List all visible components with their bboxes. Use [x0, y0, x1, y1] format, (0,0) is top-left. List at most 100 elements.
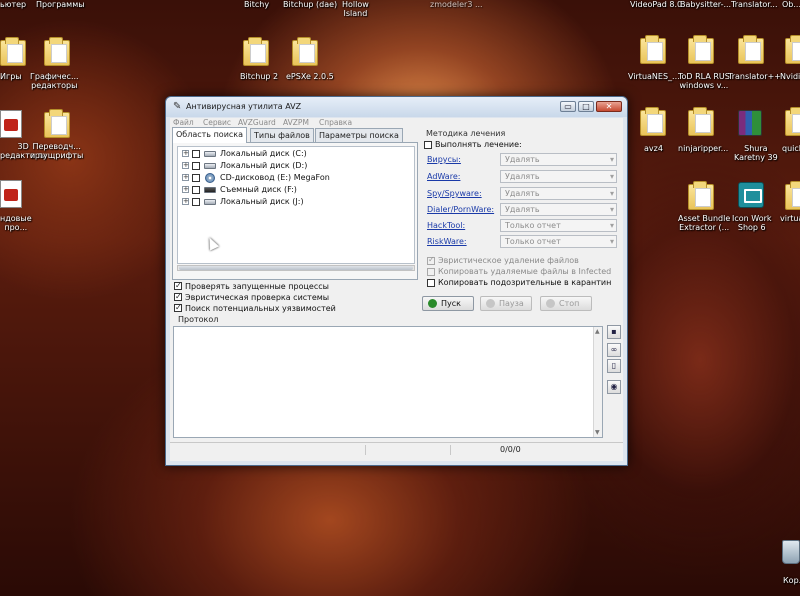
close-button[interactable]: ✕ [596, 101, 622, 112]
folder-icon[interactable] [688, 107, 714, 136]
menu-help[interactable]: Справка [319, 118, 352, 128]
desktop-icon-label[interactable]: zmodeler3 ... [430, 0, 483, 9]
desktop-icon-label[interactable]: Переводч... и пущрифты [30, 142, 83, 160]
folder-icon[interactable] [243, 37, 269, 66]
drive-label: Локальный диск (J:) [220, 197, 304, 206]
drive-checkbox[interactable] [192, 186, 200, 194]
desktop-icon-label[interactable]: Babysitter-... [680, 0, 731, 9]
winrar-icon[interactable] [738, 110, 762, 136]
threat-link-dialer[interactable]: Dialer/PornWare: [427, 205, 494, 214]
desktop-icon-label[interactable]: VirtuaNES_... [628, 72, 680, 81]
drive-checkbox[interactable] [192, 162, 200, 170]
checkbox-unchecked[interactable] [424, 141, 432, 149]
menu-avzpm[interactable]: AVZPM [283, 118, 309, 128]
clear-log-button[interactable]: ▯ [607, 359, 621, 373]
protocol-label: Протокол [178, 315, 219, 324]
drive-row[interactable]: + Локальный диск (C:) [178, 148, 408, 160]
folder-icon[interactable] [738, 35, 764, 64]
folder-icon[interactable] [688, 35, 714, 64]
checkbox-unchecked[interactable] [427, 279, 435, 287]
scrollbar-thumb[interactable] [179, 266, 413, 270]
folder-icon[interactable] [785, 181, 800, 210]
quarantine-button[interactable]: ◉ [607, 380, 621, 394]
desktop-icon-label[interactable]: ToD RLA RUS windows v... [678, 72, 730, 90]
drive-checkbox[interactable] [192, 174, 200, 182]
start-label: Пуск [441, 299, 461, 308]
desktop-icon-label[interactable]: Shura Karetny 39 [734, 144, 778, 162]
desktop-icon-label[interactable]: Программы [36, 0, 85, 9]
drive-row[interactable]: + Съемный диск (F:) [178, 184, 408, 196]
folder-icon[interactable] [44, 109, 70, 138]
desktop-icon-label[interactable]: Bitchup 2 [240, 72, 278, 81]
desktop-icon-label[interactable]: Игры [0, 72, 22, 81]
desktop-icon-label[interactable]: Nvidi... [780, 72, 800, 81]
minimize-button[interactable]: ▭ [560, 101, 576, 112]
desktop-icon-label[interactable]: quick... [782, 144, 800, 153]
icon-workshop-icon[interactable] [738, 182, 764, 208]
scroll-down-icon[interactable]: ▼ [595, 429, 600, 436]
scroll-up-icon[interactable]: ▲ [595, 328, 600, 335]
expand-icon[interactable]: + [182, 174, 189, 181]
threat-link-hacktool[interactable]: HackTool: [427, 221, 465, 230]
desktop-icon-label[interactable]: Hollow Island [342, 0, 369, 18]
folder-icon[interactable] [640, 107, 666, 136]
desktop-icon-label[interactable]: ндовые про... [0, 214, 32, 232]
folder-icon[interactable] [0, 37, 26, 66]
desktop-icon-label[interactable]: VideoPad 8.0 [630, 0, 682, 9]
folder-icon[interactable] [640, 35, 666, 64]
drive-row[interactable]: + Локальный диск (D:) [178, 160, 408, 172]
tab-search-area[interactable]: Область поиска [172, 127, 248, 143]
folder-icon[interactable] [785, 107, 800, 136]
drive-checkbox[interactable] [192, 150, 200, 158]
threat-link-viruses[interactable]: Вирусы: [427, 155, 461, 164]
desktop-icon-label[interactable]: virtua... [780, 214, 800, 223]
tab-search-params[interactable]: Параметры поиска [315, 128, 403, 142]
desktop-icon-label[interactable]: ninjaripper... [678, 144, 728, 153]
checkbox-checked[interactable] [174, 302, 182, 313]
document-icon[interactable] [0, 180, 22, 208]
expand-icon[interactable]: + [182, 162, 189, 169]
stop-button[interactable]: Стоп [540, 296, 592, 311]
threat-link-spyware[interactable]: Spy/Spyware: [427, 189, 482, 198]
folder-icon[interactable] [292, 37, 318, 66]
save-log-button[interactable]: ▪ [607, 325, 621, 339]
start-button[interactable]: Пуск [422, 296, 474, 311]
heuristic-delete-label: Эвристическое удаление файлов [438, 256, 579, 265]
checkbox-checked[interactable] [174, 280, 182, 291]
desktop-icon-label[interactable]: Кор... [783, 576, 800, 585]
protocol-vertical-scrollbar[interactable]: ▲ ▼ [593, 327, 602, 437]
checkbox-checked[interactable] [174, 291, 182, 302]
expand-icon[interactable]: + [182, 198, 189, 205]
desktop-icon-label[interactable]: avz4 [644, 144, 663, 153]
expand-icon[interactable]: + [182, 150, 189, 157]
desktop-icon-label[interactable]: Icon Work Shop 6 [732, 214, 772, 232]
threat-link-riskware[interactable]: RiskWare: [427, 237, 467, 246]
folder-icon[interactable] [688, 181, 714, 210]
desktop-icon-label[interactable]: Графичес... редакторы [30, 72, 79, 90]
desktop-icon-label[interactable]: Bitchup (dae) [283, 0, 337, 9]
protocol-log[interactable]: ▲ ▼ [173, 326, 603, 438]
desktop-icon-label[interactable]: ePSXe 2.0.5 [286, 72, 334, 81]
find-button[interactable]: ∞ [607, 343, 621, 357]
desktop-icon-label[interactable]: Bitchy [244, 0, 269, 9]
tree-horizontal-scrollbar[interactable] [177, 265, 415, 271]
desktop-icon-label[interactable]: Ob... [782, 0, 800, 9]
drive-row[interactable]: + Локальный диск (J:) [178, 196, 408, 208]
drive-row[interactable]: + CD-дисковод (E:) MegaFon [178, 172, 408, 184]
folder-icon[interactable] [785, 35, 800, 64]
tab-file-types[interactable]: Типы файлов [250, 128, 314, 142]
desktop-icon-label[interactable]: Translator... [731, 0, 777, 9]
pause-button[interactable]: Пауза [480, 296, 532, 311]
folder-icon[interactable] [44, 37, 70, 66]
desktop-icon-label[interactable]: ьютер [0, 0, 26, 9]
recycle-bin-icon[interactable] [782, 540, 800, 564]
expand-icon[interactable]: + [182, 186, 189, 193]
threat-link-adware[interactable]: AdWare: [427, 172, 460, 181]
drive-checkbox[interactable] [192, 198, 200, 206]
desktop-icon-label[interactable]: Asset Bundle Extractor (... [678, 214, 730, 232]
option-label: Поиск потенциальных уязвимостей [185, 304, 336, 313]
document-icon[interactable] [0, 110, 22, 138]
title-bar[interactable]: ✎ Антивирусная утилита AVZ ▭ □ ✕ [166, 97, 627, 117]
maximize-button[interactable]: □ [578, 101, 594, 112]
desktop-icon-label[interactable]: Translator++ [728, 72, 781, 81]
